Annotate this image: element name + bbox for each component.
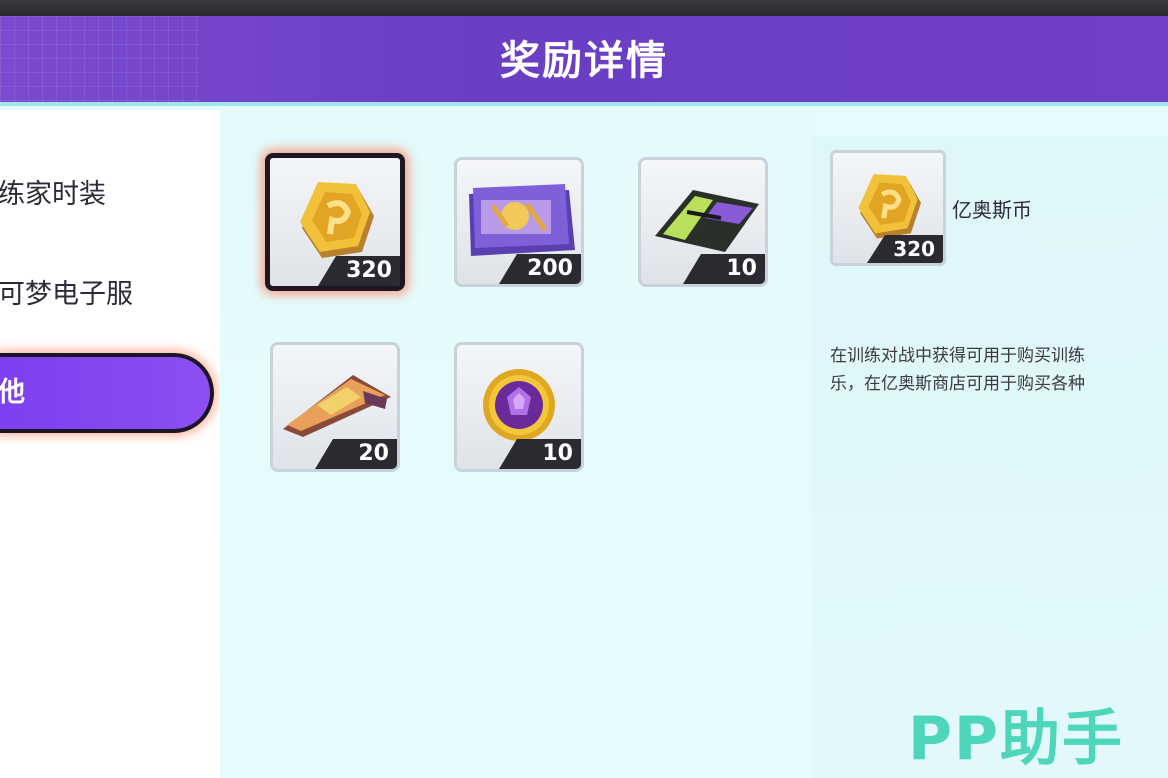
header-bar: 奖励详情	[0, 16, 1168, 106]
reward-item-coin[interactable]: 320	[265, 153, 405, 291]
description-line: 在训练对战中获得可用于购买训练	[830, 346, 1085, 366]
sidebar-item-label: 他	[0, 377, 25, 408]
top-strip	[0, 0, 1168, 16]
reward-grid: 320 200 10 20 10	[220, 110, 812, 778]
sidebar-item-trainer-outfit[interactable]: 练家时装	[0, 165, 220, 225]
sidebar-item-other[interactable]: 他	[0, 353, 214, 433]
reward-item-food[interactable]: 20	[270, 342, 400, 472]
description-line: 乐，在亿奥斯商店可用于购买各种	[830, 374, 1085, 394]
sidebar-item-label: 练家时装	[0, 179, 106, 210]
watermark-logo: PP助手	[908, 704, 1124, 774]
sidebar-item-pokemon-outfit[interactable]: 可梦电子服	[0, 265, 220, 325]
reward-item-card[interactable]: 10	[638, 157, 768, 287]
sidebar-item-label: 可梦电子服	[0, 279, 133, 310]
detail-panel: 320 亿奥斯币 在训练对战中获得可用于购买训练 乐，在亿奥斯商店可用于购买各种	[812, 136, 1168, 778]
detail-item-name: 亿奥斯币	[952, 198, 1032, 222]
reward-item-gem-medal[interactable]: 10	[454, 342, 584, 472]
reward-item-ticket[interactable]: 200	[454, 157, 584, 287]
sidebar: 练家时装 可梦电子服 他	[0, 110, 220, 778]
detail-item-image: 320	[830, 150, 946, 266]
detail-item-description: 在训练对战中获得可用于购买训练 乐，在亿奥斯商店可用于购买各种	[830, 342, 1166, 398]
page-title: 奖励详情	[500, 38, 668, 84]
